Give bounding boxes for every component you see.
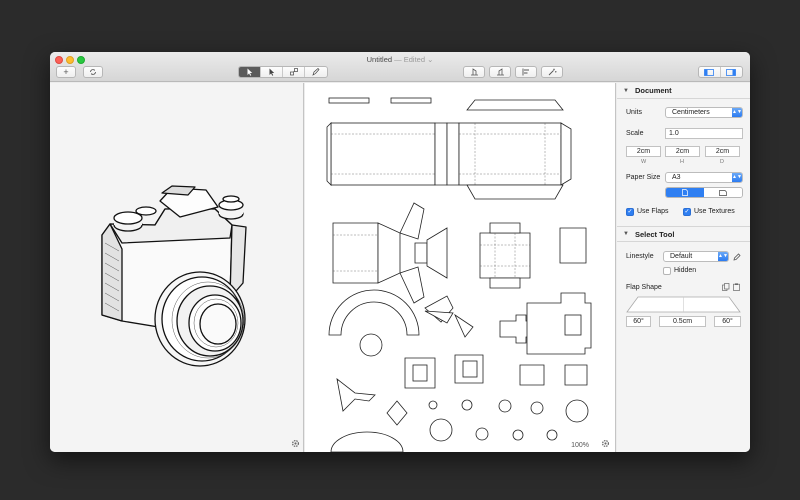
depth-sublabel: D — [720, 159, 724, 165]
select-tool-section-title: Select Tool — [634, 229, 675, 239]
portrait-page-icon — [682, 189, 688, 196]
left-panel-toggle[interactable] — [699, 67, 721, 77]
sync-icon — [90, 69, 96, 75]
magic-button[interactable] — [541, 66, 563, 78]
add-button[interactable]: + — [56, 66, 76, 78]
direct-select-tool-button[interactable] — [261, 67, 283, 77]
unfold-left-button[interactable] — [463, 66, 485, 78]
camera-model-3d[interactable] — [50, 83, 304, 452]
unfold-right-button[interactable] — [489, 66, 511, 78]
disclosure-triangle-icon[interactable]: ▼ — [623, 88, 629, 94]
chevron-updown-icon: ▲▼ — [718, 252, 728, 261]
width-field[interactable]: 2cm — [626, 146, 661, 157]
transform-icon — [289, 68, 298, 76]
disclosure-triangle-icon[interactable]: ▼ — [623, 231, 629, 237]
sync-button[interactable] — [83, 66, 103, 78]
select-tool-button[interactable] — [239, 67, 261, 77]
paper-size-select[interactable]: A3 ▲▼ — [665, 172, 743, 183]
pencil-icon[interactable] — [733, 253, 741, 261]
tool-segmented-control[interactable] — [238, 66, 328, 78]
depth-field[interactable]: 2cm — [705, 146, 740, 157]
unfold-left-icon — [470, 68, 478, 76]
edited-indicator[interactable]: — Edited ⌄ — [392, 55, 433, 64]
sidebar-left-icon — [704, 68, 715, 76]
use-flaps-checkbox[interactable]: ✓ — [626, 208, 634, 216]
orientation-control[interactable] — [665, 187, 743, 198]
hidden-label[interactable]: Hidden — [674, 267, 696, 274]
pen-icon — [312, 68, 320, 76]
panel-toggle-control[interactable] — [698, 66, 743, 78]
flap-shape-preview — [626, 296, 741, 313]
linestyle-label: Linestyle — [626, 253, 654, 260]
landscape-orientation-button[interactable] — [704, 188, 742, 197]
checkmark-icon: ✓ — [627, 209, 633, 215]
units-label: Units — [626, 109, 642, 116]
landscape-page-icon — [719, 189, 727, 196]
zoom-level-label[interactable]: 100% — [571, 442, 589, 449]
units-select-value: Centimeters — [672, 109, 710, 116]
window-title: Untitled — Edited ⌄ — [366, 55, 434, 64]
sidebar-right-icon — [726, 68, 737, 76]
align-icon — [522, 68, 529, 76]
height-sublabel: H — [680, 159, 684, 165]
unfold-right-icon — [496, 68, 504, 76]
gear-icon[interactable] — [601, 439, 610, 448]
select-tool-section-header[interactable]: ▼ Select Tool — [617, 226, 750, 242]
use-flaps-label[interactable]: Use Flaps — [637, 208, 669, 215]
inspector-pane: ▼ Document Units Centimeters ▲▼ Scale 1.… — [617, 83, 750, 452]
paste-icon[interactable] — [733, 283, 741, 291]
copy-icon[interactable] — [722, 283, 730, 291]
model-preview-pane[interactable] — [50, 83, 304, 452]
gear-icon[interactable] — [291, 439, 300, 448]
titlebar: Untitled — Edited ⌄ + — [50, 52, 750, 82]
width-sublabel: W — [641, 159, 647, 165]
paper-size-value: A3 — [672, 174, 681, 181]
app-window: Untitled — Edited ⌄ + 100% ▼ Document Un… — [50, 52, 750, 452]
chevron-updown-icon: ▲▼ — [732, 173, 742, 182]
arrow-cursor-icon — [247, 68, 252, 76]
height-field[interactable]: 2cm — [665, 146, 700, 157]
checkmark-icon: ✓ — [684, 209, 690, 215]
flap-right-angle-field[interactable]: 60° — [714, 316, 741, 327]
transform-tool-button[interactable] — [283, 67, 305, 77]
plus-icon: + — [63, 66, 69, 77]
scale-label: Scale — [626, 130, 644, 137]
magic-wand-icon — [548, 68, 557, 76]
unfold-canvas-pane[interactable]: 100% — [305, 83, 616, 452]
document-section-title: Document — [634, 86, 672, 95]
use-textures-label[interactable]: Use Textures — [694, 208, 735, 215]
pen-tool-button[interactable] — [305, 67, 327, 77]
linestyle-select[interactable]: Default ▲▼ — [663, 251, 729, 262]
document-section-header[interactable]: ▼ Document — [617, 83, 750, 99]
flap-depth-field[interactable]: 0.5cm — [659, 316, 706, 327]
paper-size-label: Paper Size — [626, 174, 661, 181]
flap-shape-label: Flap Shape — [626, 284, 662, 291]
linestyle-value: Default — [670, 253, 693, 260]
pointer-icon — [269, 68, 274, 76]
flap-left-angle-field[interactable]: 60° — [626, 316, 651, 327]
unfolded-pattern-sheet[interactable] — [305, 83, 616, 452]
scale-field[interactable]: 1.0 — [665, 128, 743, 139]
align-button[interactable] — [515, 66, 537, 78]
units-select[interactable]: Centimeters ▲▼ — [665, 107, 743, 118]
right-panel-toggle[interactable] — [721, 67, 742, 77]
use-textures-checkbox[interactable]: ✓ — [683, 208, 691, 216]
portrait-orientation-button[interactable] — [666, 188, 704, 197]
hidden-checkbox[interactable] — [663, 267, 671, 275]
chevron-updown-icon: ▲▼ — [732, 108, 742, 117]
